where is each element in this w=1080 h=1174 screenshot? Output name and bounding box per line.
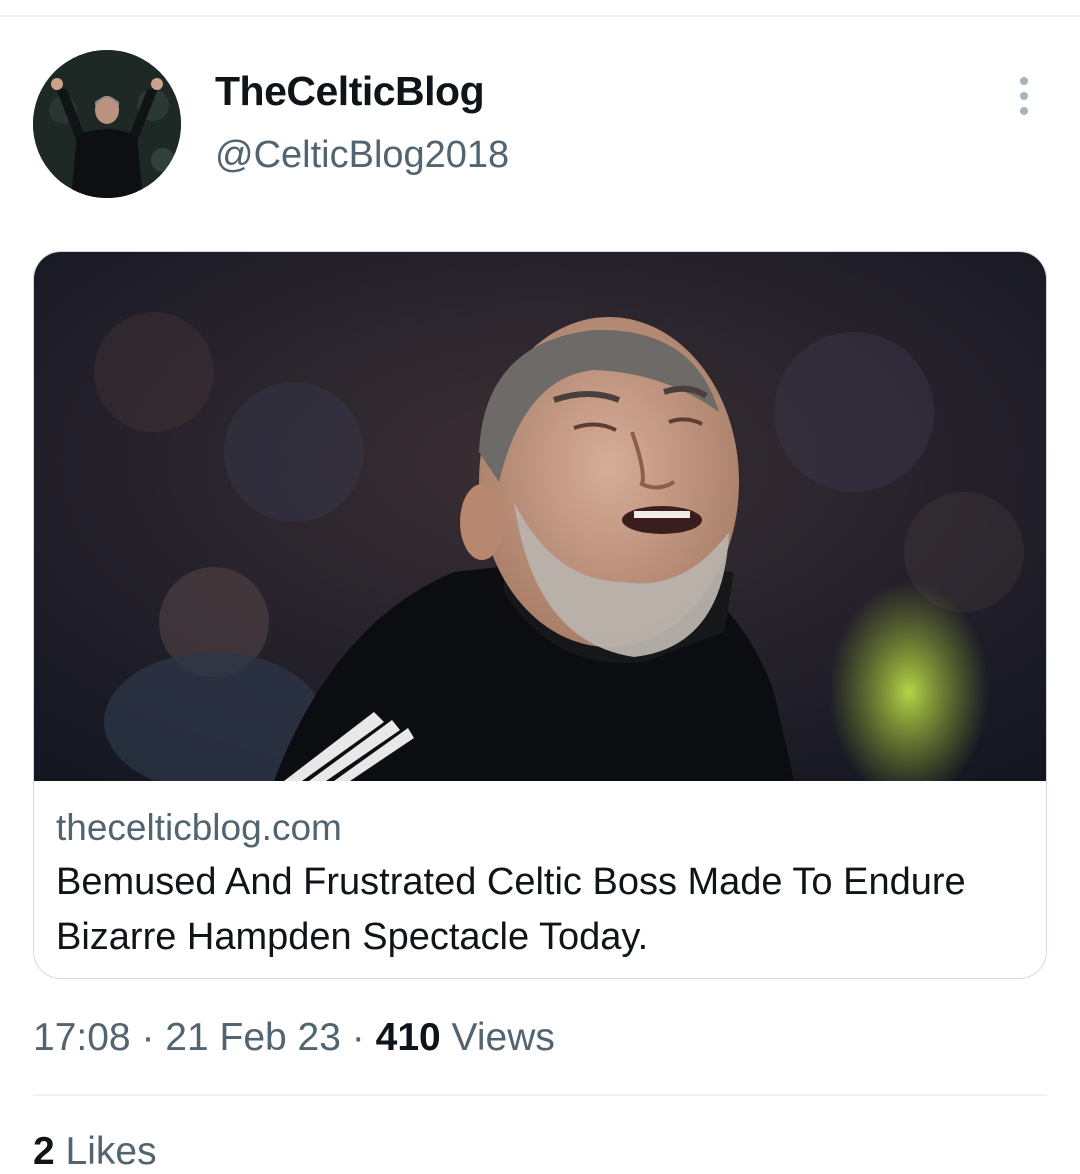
views-label: Views <box>451 1016 555 1059</box>
avatar-image <box>33 50 181 198</box>
link-card-title: Bemused And Frustrated Celtic Boss Made … <box>56 861 966 958</box>
likes-label: Likes <box>65 1130 157 1173</box>
likes-link[interactable]: 2 Likes <box>33 1130 157 1174</box>
more-options-button[interactable] <box>1004 72 1044 120</box>
author-display-name[interactable]: TheCelticBlog <box>215 68 485 115</box>
meta-separator: · <box>351 1016 365 1059</box>
link-card-image <box>34 252 1046 781</box>
tweet-time[interactable]: 17:08 <box>33 1016 131 1059</box>
likes-count: 2 <box>33 1130 55 1173</box>
tweet-date[interactable]: 21 Feb 23 <box>165 1016 341 1059</box>
author-handle[interactable]: @CelticBlog2018 <box>215 134 509 177</box>
tweet-meta: 17:08 · 21 Feb 23 · 410 Views <box>33 1016 555 1060</box>
divider <box>33 1094 1047 1096</box>
avatar[interactable] <box>33 50 181 198</box>
more-vertical-icon <box>1020 77 1028 85</box>
link-card-domain: thecelticblog.com <box>56 807 342 848</box>
link-card[interactable]: thecelticblog.com Bemused And Frustrated… <box>33 251 1047 979</box>
views-count: 410 <box>375 1016 441 1059</box>
meta-separator: · <box>141 1016 155 1059</box>
top-divider <box>0 15 1080 17</box>
